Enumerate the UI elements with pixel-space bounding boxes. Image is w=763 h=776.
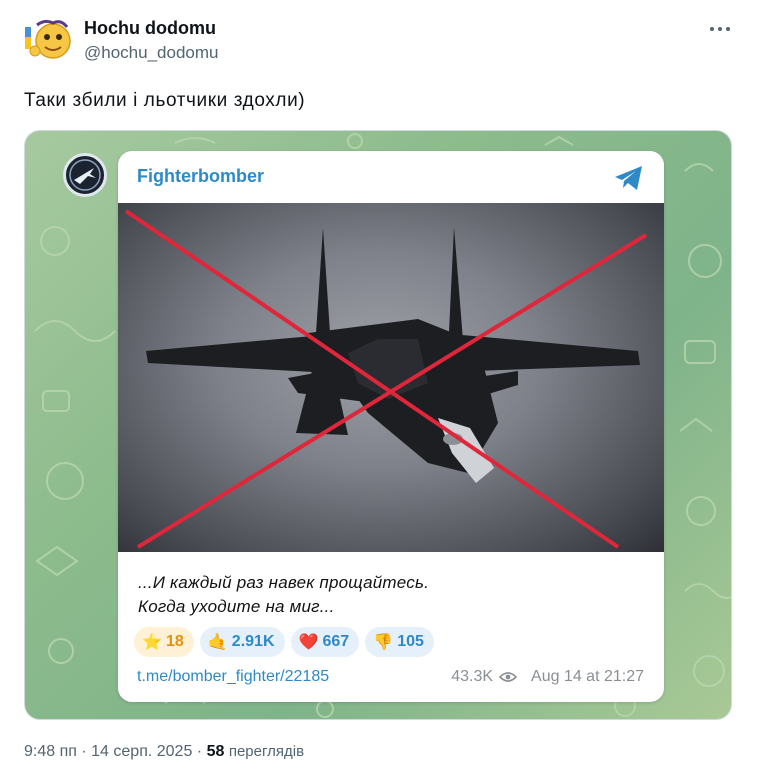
caption-line-2: Когда уходите на миг...	[138, 597, 335, 616]
author-name[interactable]: Hochu dodomu	[84, 18, 216, 39]
reaction-count: 2.91K	[231, 633, 275, 650]
reaction-call-me-hand[interactable]: 🤙 2.91K	[199, 627, 285, 657]
tweet: Hochu dodomu @hochu_dodomu Таки збили і …	[0, 0, 763, 776]
tweet-time[interactable]: 9:48 пп	[24, 743, 77, 760]
reaction-star[interactable]: ⭐ 18	[134, 627, 194, 657]
tweet-date[interactable]: 14 серп. 2025	[91, 743, 192, 760]
tweet-text: Таки збили і льотчики здохли)	[24, 90, 306, 111]
post-photo[interactable]	[118, 203, 664, 552]
views-label: переглядів	[228, 743, 305, 760]
reactions-bar: ⭐ 18 🤙 2.91K ❤️ 667 👎 105	[134, 627, 434, 657]
reaction-count: 667	[322, 633, 350, 650]
eye-icon	[499, 672, 518, 682]
fighter-jet-photo-icon	[124, 209, 648, 549]
telegram-post-card: Fighterbomber ...И каждый раз навек прощ…	[118, 151, 664, 702]
separator: ·	[196, 743, 203, 760]
heart-icon: ❤️	[298, 634, 319, 651]
more-dot-icon	[726, 27, 730, 31]
channel-name[interactable]: Fighterbomber	[137, 166, 264, 187]
more-dot-icon	[710, 27, 714, 31]
reaction-thumbs-down[interactable]: 👎 105	[365, 627, 434, 657]
reaction-heart[interactable]: ❤️ 667	[290, 627, 360, 657]
star-icon: ⭐	[142, 634, 162, 651]
caption-line-1: ...И каждый раз навек прощайтесь.	[138, 573, 430, 592]
post-caption: ...И каждый раз навек прощайтесь. Когда …	[138, 571, 429, 619]
telegram-plane-icon[interactable]	[614, 165, 644, 191]
separator: ·	[81, 743, 87, 760]
more-options-button[interactable]	[706, 17, 734, 41]
call-me-hand-icon: 🤙	[207, 634, 228, 651]
post-date: Aug 14 at 21:27	[531, 668, 644, 685]
author-avatar[interactable]	[23, 17, 73, 61]
post-views: 43.3K	[451, 668, 494, 685]
channel-avatar[interactable]	[63, 153, 107, 197]
post-link[interactable]: t.me/bomber_fighter/22185	[137, 668, 329, 686]
reaction-count: 18	[166, 633, 184, 650]
views-count: 58	[206, 743, 225, 760]
tweet-footer: 9:48 пп · 14 серп. 2025 · 58 переглядів	[24, 743, 304, 761]
tweet-media-image[interactable]: Fighterbomber ...И каждый раз навек прощ…	[24, 130, 732, 720]
more-dot-icon	[718, 27, 722, 31]
author-handle[interactable]: @hochu_dodomu	[84, 43, 218, 63]
thumbs-down-icon: 👎	[373, 634, 394, 651]
post-meta: 43.3K Aug 14 at 21:27	[451, 668, 644, 686]
reaction-count: 105	[397, 633, 424, 650]
emoji-face-with-flag-icon	[25, 19, 71, 59]
fighter-jet-logo-icon	[69, 159, 101, 191]
